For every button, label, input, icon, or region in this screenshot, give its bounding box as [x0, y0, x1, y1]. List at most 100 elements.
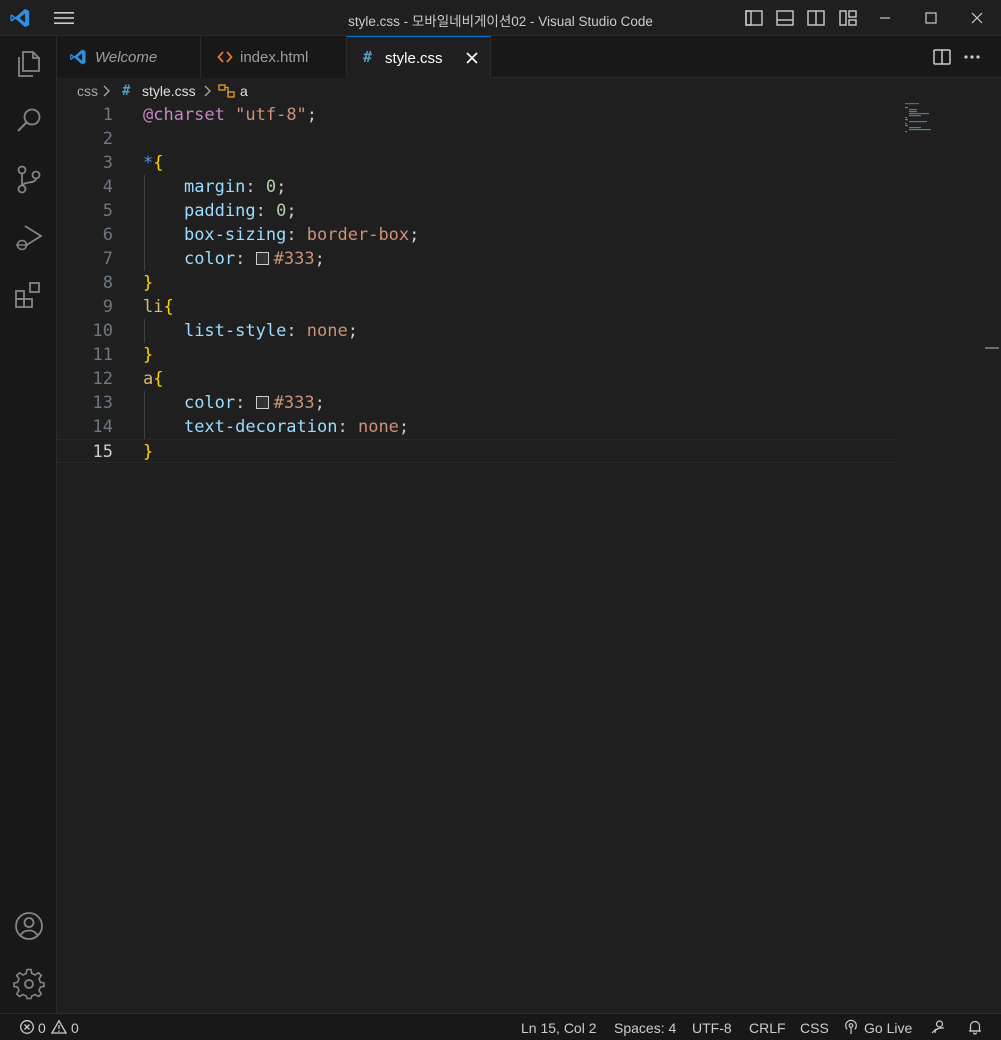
property: padding [183, 201, 256, 221]
customize-layout-icon[interactable] [837, 7, 859, 29]
string-literal: "utf-8" [235, 105, 307, 125]
line-number: 9 [102, 297, 113, 317]
breadcrumb-folder[interactable]: css [77, 83, 98, 99]
line-number: 11 [92, 345, 113, 365]
feedback-icon[interactable] [930, 1019, 946, 1035]
accounts-icon[interactable] [12, 909, 46, 943]
language-mode[interactable]: CSS [800, 1020, 829, 1036]
code-line: 6 box-sizing: border-box; [57, 223, 897, 247]
toggle-secondary-sidebar-icon[interactable] [805, 7, 827, 29]
toggle-primary-sidebar-icon[interactable] [743, 7, 765, 29]
tab-style-css[interactable]: # style.css [347, 36, 491, 79]
code-text: color: #333; [143, 391, 325, 415]
html-icon [217, 51, 233, 63]
line-number: 7 [102, 249, 113, 269]
code-text: } [143, 440, 153, 464]
chevron-right-icon [204, 85, 211, 97]
warning-count[interactable]: 0 [71, 1020, 79, 1036]
line-number: 13 [92, 393, 113, 413]
source-control-icon[interactable] [12, 162, 46, 196]
error-count[interactable]: 0 [38, 1020, 46, 1036]
line-number: 1 [102, 105, 113, 125]
code-line: 2 [57, 127, 897, 151]
minimize-icon[interactable] [874, 7, 896, 29]
value: #333 [273, 393, 315, 413]
semicolon: ; [409, 225, 420, 245]
property: text-decoration [183, 417, 338, 437]
maximize-icon[interactable] [920, 7, 942, 29]
code-line: 14 text-decoration: none; [57, 415, 897, 439]
selector: * [143, 153, 154, 173]
code-text: @charset "utf-8"; [143, 103, 317, 127]
code-text: *{ [143, 151, 164, 175]
code-editor[interactable]: 1 @charset "utf-8"; 2 3 *{ 4 margin: 0; … [57, 103, 1001, 1013]
code-line: 7 color: #333; [57, 247, 897, 271]
search-icon[interactable] [12, 104, 46, 138]
code-text: text-decoration: none; [143, 415, 409, 439]
code-text: color: #333; [143, 247, 325, 271]
settings-gear-icon[interactable] [12, 967, 46, 1001]
colon: : [255, 201, 277, 221]
brace: } [143, 442, 154, 462]
broadcast-icon[interactable] [843, 1019, 859, 1035]
split-editor-icon[interactable] [931, 46, 953, 68]
encoding[interactable]: UTF-8 [692, 1020, 732, 1036]
colon: : [286, 225, 307, 245]
semicolon: ; [314, 249, 325, 269]
current-code-line: 15 } [57, 439, 897, 463]
value: #333 [273, 249, 315, 269]
colon: : [286, 321, 307, 341]
color-swatch[interactable] [255, 252, 269, 265]
code-line: 3 *{ [57, 151, 897, 175]
property: box-sizing [183, 225, 287, 245]
symbol-class-icon [218, 84, 235, 98]
error-icon[interactable] [19, 1019, 35, 1035]
indentation[interactable]: Spaces: 4 [614, 1020, 676, 1036]
scrollbar-cursor-marker [985, 347, 999, 349]
warning-icon[interactable] [51, 1019, 67, 1035]
cursor-position[interactable]: Ln 15, Col 2 [521, 1020, 597, 1036]
colon: : [235, 393, 256, 413]
selector: a [143, 369, 154, 389]
semicolon: ; [314, 393, 325, 413]
line-number: 15 [92, 442, 113, 462]
go-live-button[interactable]: Go Live [864, 1020, 912, 1036]
breadcrumb-file[interactable]: style.css [142, 83, 196, 99]
code-text: } [143, 271, 153, 295]
close-window-icon[interactable] [966, 7, 988, 29]
property: list-style [183, 321, 287, 341]
code-line: 5 padding: 0; [57, 199, 897, 223]
explorer-icon[interactable] [12, 46, 46, 80]
minimap[interactable] [905, 103, 965, 143]
value: 0 [276, 201, 287, 221]
code-line: 4 margin: 0; [57, 175, 897, 199]
line-ending[interactable]: CRLF [749, 1020, 786, 1036]
tab-index-html[interactable]: index.html [201, 36, 347, 78]
value: none [357, 417, 399, 437]
semicolon: ; [347, 321, 358, 341]
tab-label: style.css [385, 50, 443, 67]
line-number: 14 [92, 417, 113, 437]
run-and-debug-icon[interactable] [12, 220, 46, 254]
line-number: 10 [92, 321, 113, 341]
extensions-icon[interactable] [12, 278, 46, 312]
breadcrumb-symbol[interactable]: a [240, 83, 248, 99]
code-line: 9 li{ [57, 295, 897, 319]
tab-label: Welcome [95, 49, 158, 66]
css-hash-icon: # [363, 48, 373, 66]
line-number: 2 [102, 129, 113, 149]
semicolon: ; [398, 417, 410, 437]
more-actions-icon[interactable] [961, 46, 983, 68]
brace: { [153, 153, 164, 173]
colon: : [245, 177, 266, 197]
value: none [306, 321, 348, 341]
brace: { [163, 297, 174, 317]
toggle-panel-icon[interactable] [774, 7, 796, 29]
close-tab-icon[interactable] [463, 49, 481, 67]
notifications-bell-icon[interactable] [967, 1019, 983, 1035]
color-swatch[interactable] [255, 396, 269, 409]
semicolon: ; [286, 201, 297, 221]
tab-welcome[interactable]: Welcome [57, 36, 201, 78]
title-bar: style.css - 모바일네비게이션02 - Visual Studio C… [0, 0, 1001, 36]
property: color [183, 249, 236, 269]
